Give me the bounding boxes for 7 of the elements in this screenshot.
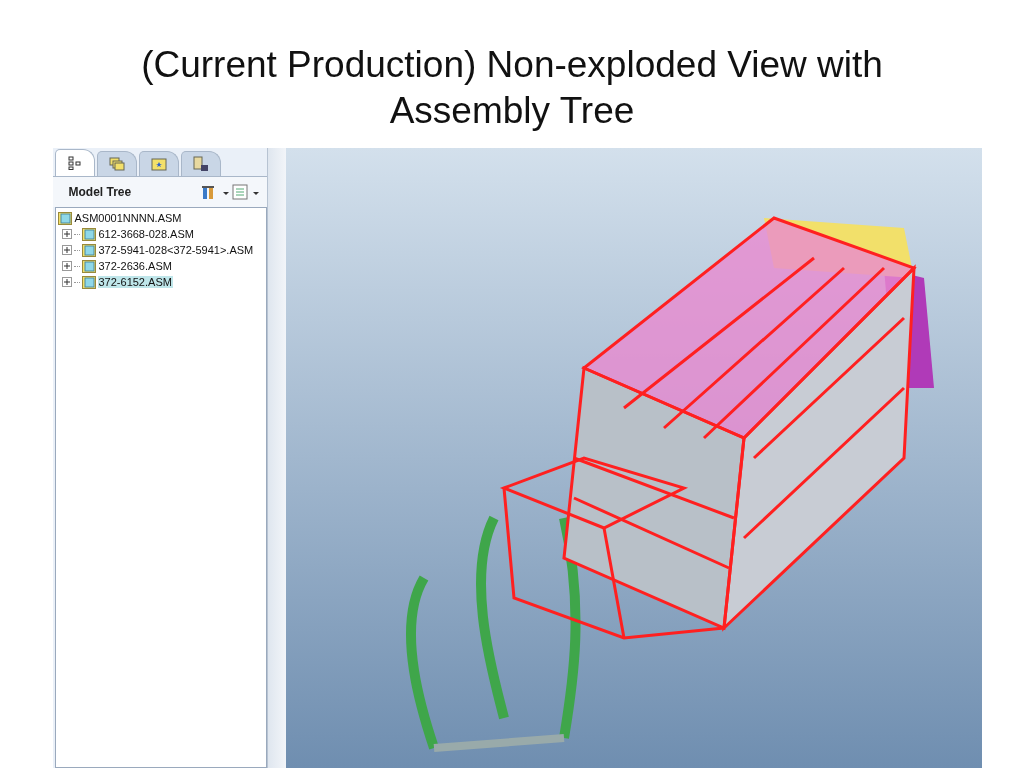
slide-title: (Current Production) Non-exploded View with Assembly Tree: [140, 43, 884, 133]
tree-item[interactable]: ASM0001NNNN.ASM: [73, 212, 183, 224]
tree-item[interactable]: 372-6152.ASM: [97, 276, 173, 288]
tree-item[interactable]: 372-5941-028<372-5941>.ASM: [97, 244, 255, 256]
panel-title: Model Tree: [68, 185, 133, 199]
tree-item[interactable]: 612-3668-028.ASM: [97, 228, 195, 240]
tree-item[interactable]: 372-2636.ASM: [97, 260, 173, 272]
